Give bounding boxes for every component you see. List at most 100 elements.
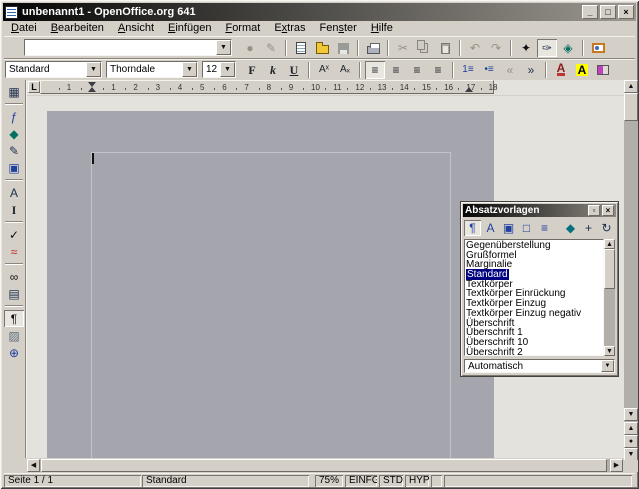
insert-fields-button[interactable]: ƒ xyxy=(4,108,24,125)
print-button[interactable] xyxy=(363,39,383,57)
align-right-button[interactable]: ≡ xyxy=(407,61,427,79)
horizontal-scrollbar[interactable]: ◀ ▶ xyxy=(27,459,623,472)
save-button[interactable] xyxy=(333,39,353,57)
menu-item-extras[interactable]: Extras xyxy=(267,22,312,35)
vertical-scrollbar-thumb[interactable] xyxy=(624,93,638,121)
menu-item-hilfe[interactable]: Hilfe xyxy=(364,22,400,35)
cut-button[interactable]: ✂ xyxy=(393,39,413,57)
font-size-combobox[interactable]: 12 ▼ xyxy=(202,61,236,78)
style-filter-combobox[interactable]: Automatisch ▼ xyxy=(464,359,615,373)
copy-button[interactable] xyxy=(414,39,434,57)
bold-button[interactable]: F xyxy=(242,61,262,79)
navigation-button[interactable]: ● xyxy=(624,435,638,448)
style-dropdown-button[interactable]: ▼ xyxy=(86,62,101,77)
style-list-scroll-up[interactable]: ▲ xyxy=(604,239,615,249)
stylist-dock-button[interactable]: ▫ xyxy=(588,205,600,216)
status-hyperlink-mode-field[interactable]: HYP xyxy=(405,475,429,487)
navigator-button[interactable]: ✦ xyxy=(516,39,536,57)
direct-cursor-button[interactable]: I xyxy=(4,201,24,218)
new-style-from-selection-button[interactable]: + xyxy=(580,220,597,236)
draw-functions-button[interactable]: ✎ xyxy=(4,142,24,159)
redo-button[interactable]: ↷ xyxy=(486,39,506,57)
fill-format-mode-button[interactable]: ◆ xyxy=(562,220,579,236)
gallery-button[interactable] xyxy=(588,39,608,57)
increase-indent-button[interactable]: » xyxy=(521,61,541,79)
menu-item-ansicht[interactable]: Ansicht xyxy=(111,22,161,35)
style-list-scrollbar-thumb[interactable] xyxy=(604,249,615,289)
insert-button[interactable]: ▦ xyxy=(4,83,24,100)
nonprinting-characters-button[interactable]: ¶ xyxy=(4,310,24,327)
tab-type-selector[interactable]: L xyxy=(28,81,40,93)
menu-item-bearbeiten[interactable]: Bearbeiten xyxy=(44,22,111,35)
status-style-field[interactable]: Standard xyxy=(142,475,309,487)
font-dropdown-button[interactable]: ▼ xyxy=(182,62,197,77)
numbering-styles-button[interactable]: ≡ xyxy=(536,220,553,236)
align-center-button[interactable]: ≡ xyxy=(386,61,406,79)
subscript-button[interactable]: Aₓ xyxy=(335,61,355,79)
scroll-up-button[interactable]: ▲ xyxy=(624,80,638,93)
update-style-button[interactable]: ↻ xyxy=(598,220,615,236)
title-bar[interactable]: unbenannt1 - OpenOffice.org 641 _ □ × xyxy=(3,3,636,21)
italic-button[interactable]: k xyxy=(263,61,283,79)
menu-item-datei[interactable]: Datei xyxy=(4,22,44,35)
ruler[interactable]: 1123456789101112131415161718 xyxy=(40,80,494,94)
document-page[interactable] xyxy=(47,111,494,458)
font-name-combobox[interactable]: Thorndale ▼ xyxy=(106,61,198,78)
stylist-title-bar[interactable]: Absatzvorlagen ▫ × xyxy=(463,204,616,217)
vertical-scrollbar[interactable]: ▲ ▼ ▲︎ ● ▼︎ xyxy=(624,80,638,460)
insert-objects-button[interactable]: ◆ xyxy=(4,125,24,142)
spellcheck-button[interactable]: ✓ xyxy=(4,226,24,243)
paste-button[interactable] xyxy=(435,39,455,57)
frame-styles-button[interactable]: ▣ xyxy=(500,220,517,236)
stylist-button[interactable]: ✑ xyxy=(537,39,557,57)
edit-autotext-button[interactable]: A xyxy=(4,184,24,201)
edit-file-button[interactable]: ✎ xyxy=(261,39,281,57)
underline-button[interactable]: U xyxy=(284,61,304,79)
form-functions-button[interactable]: ▣ xyxy=(4,159,24,176)
align-left-button[interactable]: ≡ xyxy=(365,61,385,79)
status-zoom-field[interactable]: 75% xyxy=(315,475,343,487)
find-replace-button[interactable]: ∞ xyxy=(4,268,24,285)
menu-item-format[interactable]: Format xyxy=(218,22,267,35)
new-document-button[interactable] xyxy=(291,39,311,57)
character-styles-button[interactable]: A xyxy=(482,220,499,236)
style-list-scroll-down[interactable]: ▼ xyxy=(604,346,615,356)
page-styles-button[interactable]: □ xyxy=(518,220,535,236)
status-page-field[interactable]: Seite 1 / 1 xyxy=(4,475,141,487)
undo-button[interactable]: ↶ xyxy=(465,39,485,57)
url-combobox[interactable]: ▼ xyxy=(24,39,232,56)
horizontal-scrollbar-thumb[interactable] xyxy=(41,459,607,472)
decrease-indent-button[interactable]: « xyxy=(500,61,520,79)
minimize-button[interactable]: _ xyxy=(582,5,598,19)
right-indent-marker[interactable] xyxy=(465,87,473,92)
hyperlink-dialog-button[interactable]: ◈ xyxy=(558,39,578,57)
url-dropdown-button[interactable]: ▼ xyxy=(216,40,231,55)
paragraph-style-combobox[interactable]: Standard ▼ xyxy=(5,61,102,78)
online-layout-button[interactable]: ⊕ xyxy=(4,344,24,361)
status-insert-mode-field[interactable]: EINFG xyxy=(345,475,377,487)
previous-page-button[interactable]: ▲︎ xyxy=(624,422,638,435)
scroll-down-button[interactable]: ▼ xyxy=(624,408,638,421)
align-justify-button[interactable]: ≡ xyxy=(428,61,448,79)
style-item[interactable]: Überschrift 2 xyxy=(466,348,603,356)
filter-dropdown-button[interactable]: ▼ xyxy=(601,360,614,372)
graphics-toggle-button[interactable]: ▨ xyxy=(4,327,24,344)
left-indent-marker[interactable] xyxy=(88,87,96,92)
menu-item-einfgen[interactable]: Einfügen xyxy=(161,22,218,35)
highlighting-button[interactable]: A xyxy=(572,61,592,79)
paragraph-styles-button[interactable]: ¶ xyxy=(464,220,481,236)
status-selection-mode-field[interactable]: STD xyxy=(379,475,403,487)
maximize-button[interactable]: □ xyxy=(600,5,616,19)
data-sources-button[interactable]: ▤ xyxy=(4,285,24,302)
close-button[interactable]: × xyxy=(618,5,634,19)
stop-loading-button[interactable]: ● xyxy=(240,39,260,57)
size-dropdown-button[interactable]: ▼ xyxy=(220,62,235,77)
auto-spellcheck-button[interactable]: ≈ xyxy=(4,243,24,260)
open-button[interactable] xyxy=(312,39,332,57)
font-color-button[interactable]: A xyxy=(551,61,571,79)
scroll-left-button[interactable]: ◀ xyxy=(27,459,40,472)
stylist-close-button[interactable]: × xyxy=(602,205,614,216)
menu-item-fenster[interactable]: Fenster xyxy=(313,22,364,35)
superscript-button[interactable]: Aˣ xyxy=(314,61,334,79)
style-list-scrollbar[interactable]: ▲ ▼ xyxy=(604,239,615,356)
